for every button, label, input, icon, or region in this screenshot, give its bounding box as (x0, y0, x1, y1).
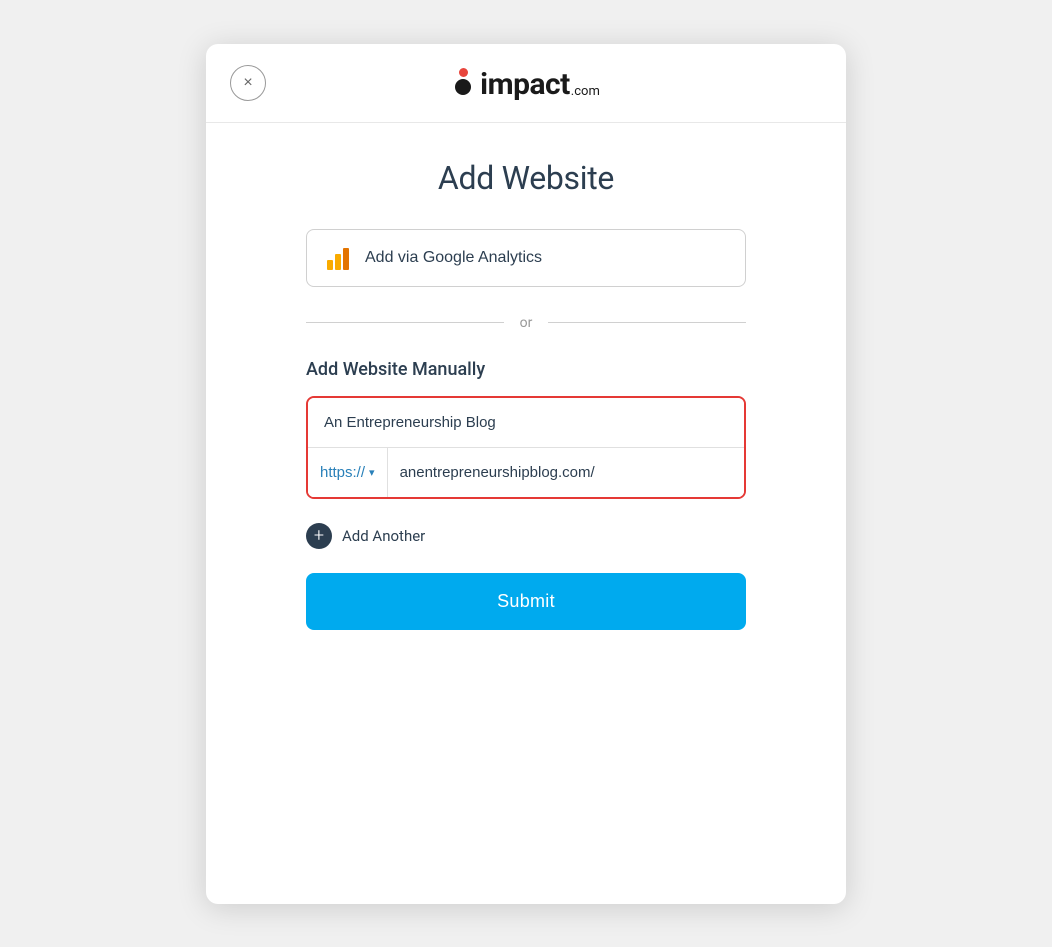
logo: impact .com (452, 68, 600, 102)
close-button[interactable]: × (230, 65, 266, 101)
divider-line-left (306, 322, 504, 323)
ga-bar-medium (335, 254, 341, 270)
add-another-label: Add Another (342, 527, 425, 545)
submit-button[interactable]: Submit (306, 573, 746, 630)
divider-text: or (520, 315, 533, 331)
add-website-modal: × impact .com Add Website Add via Google… (206, 44, 846, 904)
logo-dot-black (455, 79, 471, 95)
modal-header: × impact .com (206, 44, 846, 123)
modal-body: Add Website Add via Google Analytics or … (206, 123, 846, 678)
chevron-down-icon: ▾ (369, 466, 375, 479)
google-analytics-icon (327, 246, 349, 270)
divider-line-right (548, 322, 746, 323)
google-analytics-label: Add via Google Analytics (365, 249, 542, 267)
logo-text: impact (480, 70, 570, 100)
google-analytics-button[interactable]: Add via Google Analytics (306, 229, 746, 287)
website-name-input[interactable] (308, 398, 744, 448)
add-another-icon: + (306, 523, 332, 549)
url-input[interactable] (388, 448, 744, 497)
ga-bar-large (343, 248, 349, 270)
close-icon: × (243, 75, 252, 91)
logo-icon (452, 68, 474, 102)
add-another-row[interactable]: + Add Another (306, 523, 746, 549)
logo-dot-red (459, 68, 468, 77)
page-title: Add Website (306, 159, 746, 197)
url-row: https:// ▾ (308, 448, 744, 497)
logo-com: .com (571, 84, 600, 99)
website-form-group: https:// ▾ (306, 396, 746, 499)
divider: or (306, 315, 746, 331)
ga-bar-small (327, 260, 333, 270)
protocol-label: https:// (320, 464, 365, 481)
manual-section-title: Add Website Manually (306, 359, 746, 380)
protocol-select[interactable]: https:// ▾ (308, 448, 388, 497)
